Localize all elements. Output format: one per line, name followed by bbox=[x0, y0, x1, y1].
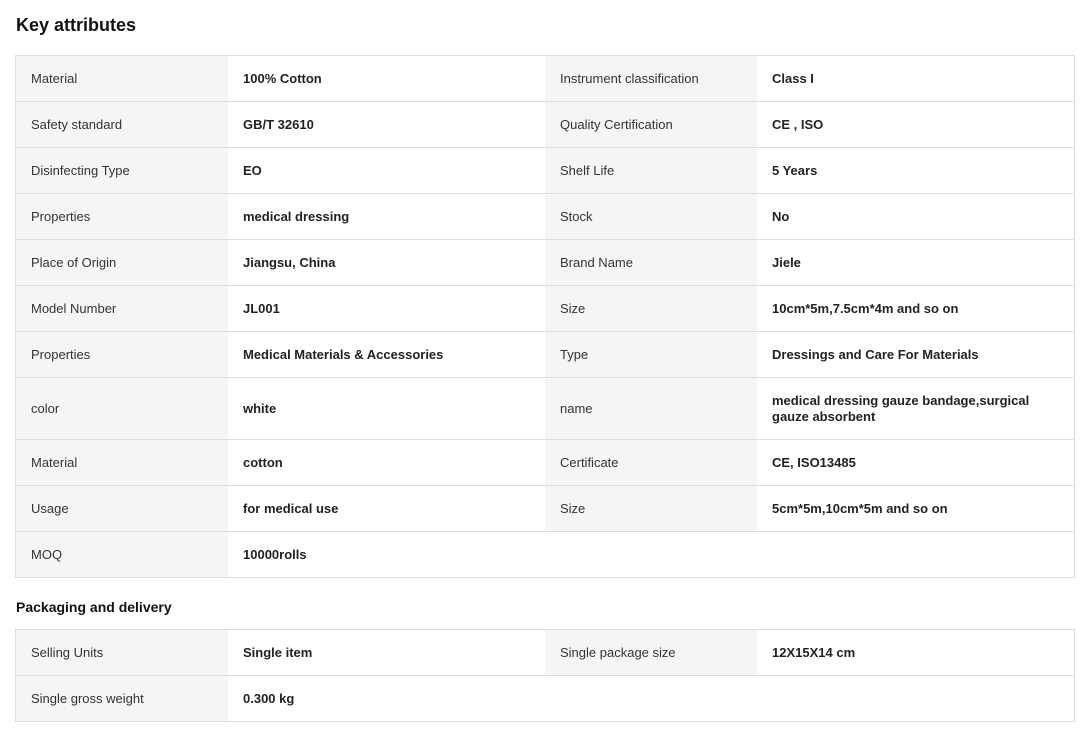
attribute-row: Selling Units Single item Single package… bbox=[16, 630, 1074, 676]
attribute-value: medical dressing bbox=[228, 194, 545, 239]
attribute-value: for medical use bbox=[228, 486, 545, 531]
attribute-label: name bbox=[545, 378, 757, 439]
attribute-value: cotton bbox=[228, 440, 545, 485]
attribute-value: 5cm*5m,10cm*5m and so on bbox=[757, 486, 1074, 531]
attribute-label: Type bbox=[545, 332, 757, 377]
attribute-label: Quality Certification bbox=[545, 102, 757, 147]
attribute-label: Single gross weight bbox=[16, 676, 228, 721]
attribute-label: Size bbox=[545, 286, 757, 331]
attribute-row: Material 100% Cotton Instrument classifi… bbox=[16, 56, 1074, 102]
attribute-value: Medical Materials & Accessories bbox=[228, 332, 545, 377]
attribute-row: Usage for medical use Size 5cm*5m,10cm*5… bbox=[16, 486, 1074, 532]
attribute-row: Safety standard GB/T 32610 Quality Certi… bbox=[16, 102, 1074, 148]
product-attributes-page: Key attributes Material 100% Cotton Inst… bbox=[0, 0, 1088, 733]
attribute-label: Properties bbox=[16, 194, 228, 239]
attribute-value: Dressings and Care For Materials bbox=[757, 332, 1074, 377]
attribute-value: 12X15X14 cm bbox=[757, 630, 1074, 675]
attribute-value: EO bbox=[228, 148, 545, 193]
attribute-label: Material bbox=[16, 440, 228, 485]
attribute-label: Single package size bbox=[545, 630, 757, 675]
attribute-value: Jiangsu, China bbox=[228, 240, 545, 285]
attribute-value: 100% Cotton bbox=[228, 56, 545, 101]
attribute-label: Size bbox=[545, 486, 757, 531]
attribute-value: GB/T 32610 bbox=[228, 102, 545, 147]
attribute-row: Model Number JL001 Size 10cm*5m,7.5cm*4m… bbox=[16, 286, 1074, 332]
attribute-label: Shelf Life bbox=[545, 148, 757, 193]
attribute-value: medical dressing gauze bandage,surgical … bbox=[757, 378, 1074, 439]
attribute-row: Properties medical dressing Stock No bbox=[16, 194, 1074, 240]
attribute-value: 0.300 kg bbox=[228, 676, 1074, 721]
attribute-value: CE, ISO13485 bbox=[757, 440, 1074, 485]
attribute-label: Usage bbox=[16, 486, 228, 531]
attribute-value: 5 Years bbox=[757, 148, 1074, 193]
attribute-value: CE , ISO bbox=[757, 102, 1074, 147]
attribute-value: white bbox=[228, 378, 545, 439]
attribute-value: JL001 bbox=[228, 286, 545, 331]
attribute-label: Brand Name bbox=[545, 240, 757, 285]
attribute-value: 10cm*5m,7.5cm*4m and so on bbox=[757, 286, 1074, 331]
attribute-row: Material cotton Certificate CE, ISO13485 bbox=[16, 440, 1074, 486]
attribute-row: Disinfecting Type EO Shelf Life 5 Years bbox=[16, 148, 1074, 194]
attribute-label: Instrument classification bbox=[545, 56, 757, 101]
attribute-label: Stock bbox=[545, 194, 757, 239]
attribute-row: Place of Origin Jiangsu, China Brand Nam… bbox=[16, 240, 1074, 286]
attribute-label: Model Number bbox=[16, 286, 228, 331]
key-attributes-table: Material 100% Cotton Instrument classifi… bbox=[15, 55, 1075, 578]
attribute-row: MOQ 10000rolls bbox=[16, 532, 1074, 578]
attribute-label: MOQ bbox=[16, 532, 228, 577]
attribute-row: Properties Medical Materials & Accessori… bbox=[16, 332, 1074, 378]
attribute-row: color white name medical dressing gauze … bbox=[16, 378, 1074, 440]
attribute-value: Jiele bbox=[757, 240, 1074, 285]
attribute-label: Safety standard bbox=[16, 102, 228, 147]
attribute-value: No bbox=[757, 194, 1074, 239]
key-attributes-heading: Key attributes bbox=[16, 15, 137, 35]
attribute-label: Place of Origin bbox=[16, 240, 228, 285]
packaging-delivery-heading: Packaging and delivery bbox=[16, 599, 172, 615]
attribute-label: Certificate bbox=[545, 440, 757, 485]
attribute-value: Class I bbox=[757, 56, 1074, 101]
attribute-label: color bbox=[16, 378, 228, 439]
attribute-label: Properties bbox=[16, 332, 228, 377]
attribute-value: 10000rolls bbox=[228, 532, 1074, 577]
attribute-label: Material bbox=[16, 56, 228, 101]
attribute-label: Selling Units bbox=[16, 630, 228, 675]
attribute-row: Single gross weight 0.300 kg bbox=[16, 676, 1074, 722]
attribute-label: Disinfecting Type bbox=[16, 148, 228, 193]
attribute-value: Single item bbox=[228, 630, 545, 675]
packaging-table: Selling Units Single item Single package… bbox=[15, 629, 1075, 722]
